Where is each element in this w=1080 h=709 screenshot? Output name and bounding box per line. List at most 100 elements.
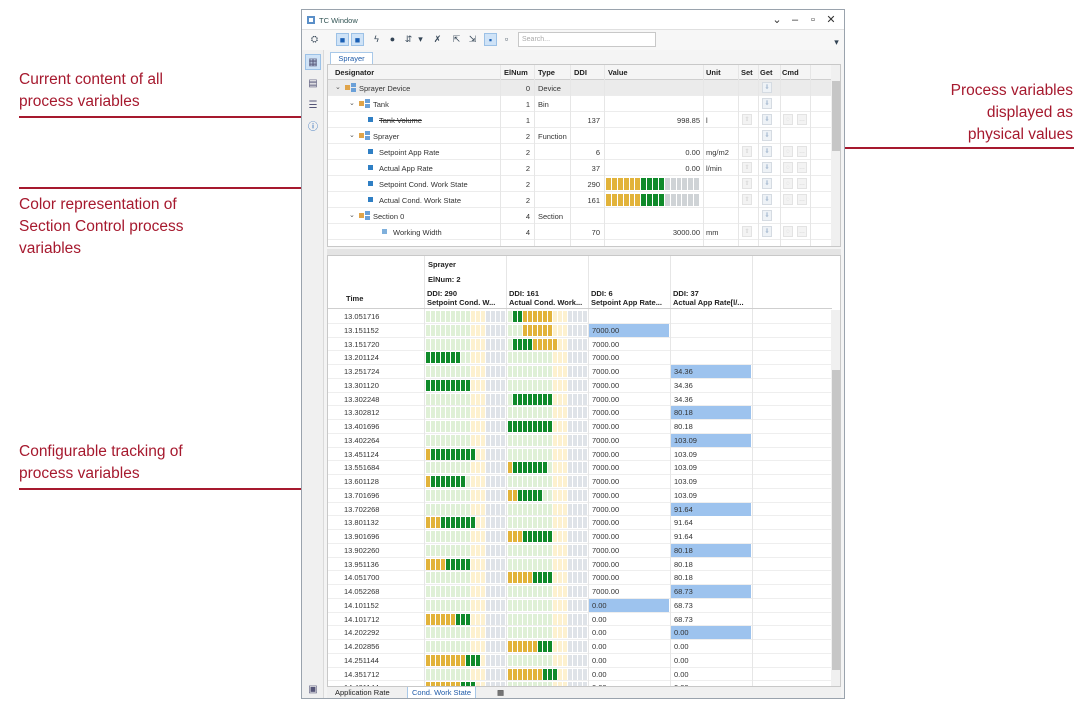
cmd-more-button[interactable]: … bbox=[797, 146, 807, 157]
grid-actual-app-rate: 34.36 bbox=[674, 380, 693, 390]
chevron-down-icon[interactable]: ⌄ bbox=[349, 211, 355, 219]
cmd-button[interactable]: ◌ bbox=[783, 178, 793, 189]
cmd-more-button[interactable]: … bbox=[797, 114, 807, 125]
get-button[interactable]: ⇩ bbox=[762, 210, 772, 221]
setpoint-work-state-bar-segment bbox=[481, 338, 485, 350]
actual-work-state-bar-segment bbox=[548, 654, 552, 666]
cmd-button[interactable]: ◌ bbox=[783, 226, 793, 237]
get-button[interactable]: ⇩ bbox=[762, 194, 772, 205]
record-icon[interactable]: ● bbox=[386, 33, 399, 46]
cmd-more-button[interactable]: … bbox=[797, 226, 807, 237]
setpoint-work-state-bar-segment bbox=[496, 421, 500, 432]
actual-work-state-bar-segment bbox=[533, 544, 537, 556]
actual-work-state-bar-segment bbox=[558, 366, 562, 377]
add-tab-icon[interactable]: ▦ bbox=[493, 687, 508, 698]
actual-work-state-bar-segment bbox=[578, 544, 582, 556]
work-state-bar-segment bbox=[629, 194, 635, 206]
cmd-button[interactable]: ◌ bbox=[783, 194, 793, 205]
tree-row-label: Setpoint App Rate bbox=[379, 148, 440, 157]
setpoint-work-state-bar-segment bbox=[471, 366, 475, 377]
toolbar-overflow-icon[interactable]: ▾ bbox=[830, 36, 843, 49]
close-button[interactable]: ✕ bbox=[824, 13, 838, 27]
grid-row: 14.101152 0.00 68.73 bbox=[328, 598, 832, 613]
flash-icon[interactable]: ϟ bbox=[370, 33, 383, 46]
maximize-button[interactable]: ▫ bbox=[806, 13, 820, 27]
get-button[interactable]: ⇩ bbox=[762, 130, 772, 141]
get-button[interactable]: ⇩ bbox=[762, 82, 772, 93]
chevron-down-icon[interactable]: ▾ bbox=[414, 33, 427, 46]
actual-work-state-bar-segment bbox=[563, 421, 567, 432]
actual-work-state-bar-segment bbox=[543, 517, 547, 529]
cmd-button[interactable]: ◌ bbox=[783, 146, 793, 157]
cmd-button[interactable]: ◌ bbox=[783, 162, 793, 173]
tree-scroll-thumb[interactable] bbox=[832, 81, 840, 151]
set-button[interactable]: ⇧ bbox=[742, 162, 752, 173]
tab-application-rate[interactable]: Application Rate bbox=[331, 687, 394, 698]
search-input[interactable]: Search... bbox=[518, 32, 656, 47]
bottom-panel-icon[interactable]: ▣ bbox=[305, 682, 321, 698]
setpoint-work-state-bar-segment bbox=[461, 531, 465, 542]
set-button[interactable]: ⇧ bbox=[742, 226, 752, 237]
cmd-button[interactable]: ◌ bbox=[783, 114, 793, 125]
network-icon[interactable]: ⛭ bbox=[308, 33, 321, 46]
get-button[interactable]: ⇩ bbox=[762, 178, 772, 189]
dropdown-icon[interactable]: ⌄ bbox=[770, 13, 784, 27]
setpoint-work-state-bar-segment bbox=[426, 613, 430, 625]
import-icon[interactable]: ⇱ bbox=[450, 33, 463, 46]
actual-work-state-bar-segment bbox=[533, 613, 537, 625]
dec-format-button[interactable]: ▪ bbox=[484, 33, 497, 46]
info-icon[interactable]: ⓘ bbox=[305, 120, 321, 136]
get-button[interactable]: ⇩ bbox=[762, 226, 772, 237]
get-button[interactable]: ⇩ bbox=[762, 98, 772, 109]
list-icon[interactable]: ☰ bbox=[305, 98, 321, 114]
work-state-bar-segment bbox=[670, 178, 676, 190]
actual-work-state-bar-segment bbox=[583, 338, 587, 350]
set-button[interactable]: ⇧ bbox=[742, 194, 752, 205]
get-button[interactable]: ⇩ bbox=[762, 162, 772, 173]
hex-format-button[interactable]: ▫ bbox=[500, 33, 513, 46]
tree-col-value: Value bbox=[608, 68, 628, 77]
tree-scrollbar[interactable] bbox=[831, 65, 840, 246]
set-button[interactable]: ⇧ bbox=[742, 178, 752, 189]
table-view-icon[interactable]: ▦ bbox=[305, 54, 321, 70]
cmd-more-button[interactable]: … bbox=[797, 194, 807, 205]
actual-work-state-bar-segment bbox=[563, 641, 567, 652]
actual-work-state-bar-segment bbox=[563, 489, 567, 501]
chevron-down-icon[interactable]: ⌄ bbox=[349, 99, 355, 107]
setpoint-work-state-bar-segment bbox=[481, 311, 485, 322]
actual-work-state-bar-segment bbox=[533, 324, 537, 336]
actual-work-state-bar-segment bbox=[553, 586, 557, 597]
setpoint-work-state-bar-segment bbox=[451, 654, 455, 666]
minimize-button[interactable]: – bbox=[788, 13, 802, 27]
grid-view-button[interactable]: ■ bbox=[351, 33, 364, 46]
grid-time: 14.251144 bbox=[344, 655, 379, 665]
get-button[interactable]: ⇩ bbox=[762, 146, 772, 157]
chevron-down-icon[interactable]: ⌄ bbox=[335, 83, 341, 91]
setpoint-work-state-bar-segment bbox=[446, 379, 450, 391]
cmd-more-button[interactable]: … bbox=[797, 162, 807, 173]
chevron-down-icon[interactable]: ⌄ bbox=[349, 131, 355, 139]
actual-work-state-bar-segment bbox=[523, 489, 527, 501]
set-button[interactable]: ⇧ bbox=[742, 146, 752, 157]
actual-work-state-bar-segment bbox=[523, 668, 527, 680]
tab-cond-work-state[interactable]: Cond. Work State bbox=[407, 687, 477, 698]
list-view-button[interactable]: ■ bbox=[336, 33, 349, 46]
setpoint-work-state-bar-segment bbox=[481, 366, 485, 377]
set-button[interactable]: ⇧ bbox=[742, 114, 752, 125]
grid-group-header: Sprayer bbox=[428, 260, 456, 269]
actual-work-state-bar-segment bbox=[538, 572, 542, 584]
actual-work-state-bar-segment bbox=[548, 558, 552, 570]
cmd-more-button[interactable]: … bbox=[797, 178, 807, 189]
actual-work-state-bar-segment bbox=[573, 531, 577, 542]
get-button[interactable]: ⇩ bbox=[762, 114, 772, 125]
actual-work-state-bar-segment bbox=[518, 462, 522, 474]
tab-sprayer[interactable]: Sprayer bbox=[330, 52, 373, 64]
grid-scrollbar[interactable] bbox=[831, 310, 840, 686]
actual-work-state-bar-segment bbox=[583, 421, 587, 432]
mapping-icon[interactable]: ▤ bbox=[305, 76, 321, 92]
work-state-bar-segment bbox=[682, 194, 688, 206]
delete-icon[interactable]: ✗ bbox=[431, 33, 444, 46]
save-icon[interactable]: ⇲ bbox=[466, 33, 479, 46]
grid-scroll-thumb[interactable] bbox=[832, 370, 840, 670]
process-variable-icon bbox=[368, 149, 373, 154]
